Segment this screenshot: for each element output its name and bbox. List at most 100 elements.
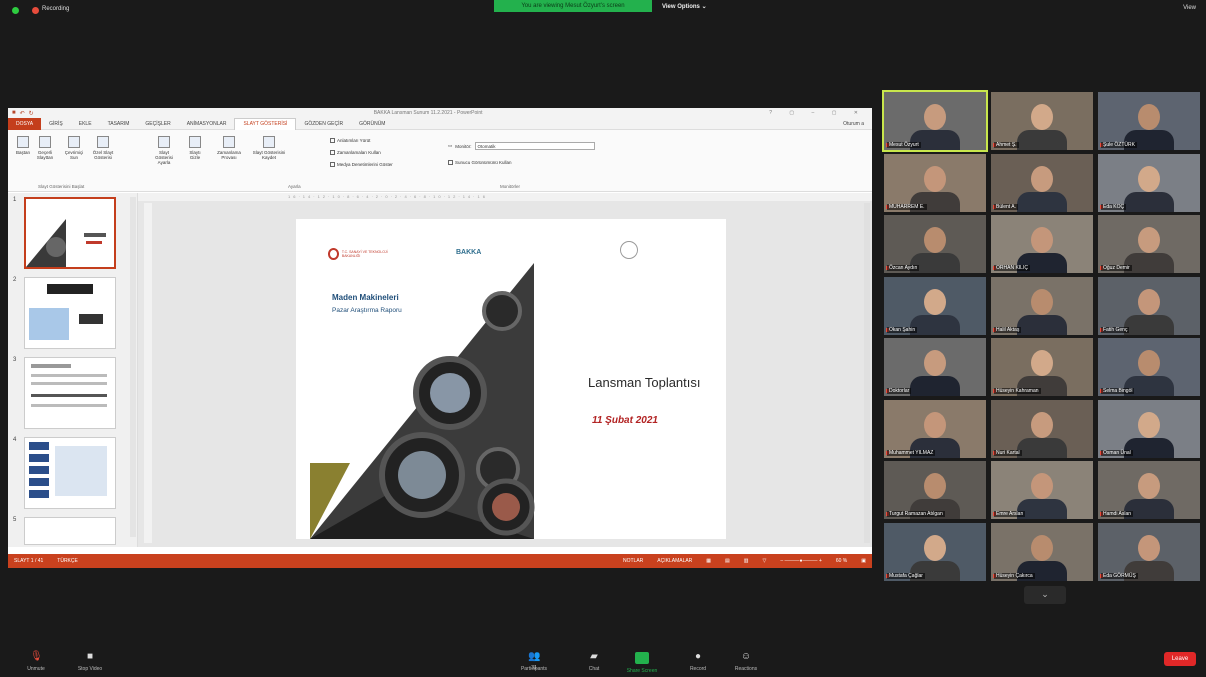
view-options-button[interactable]: View Options ⌄ xyxy=(662,3,707,10)
reading-view-icon[interactable]: ▥ xyxy=(744,558,749,564)
undo-icon[interactable]: ↶ xyxy=(20,110,25,117)
participant-video-tile[interactable]: Eda GÖRMÜŞ xyxy=(1098,522,1200,581)
button-label: Slayt Gösterisini Kaydet xyxy=(252,150,286,160)
setup-slideshow-button[interactable]: Slayt Gösterisi Ayarla xyxy=(150,136,178,165)
redo-icon[interactable]: ↻ xyxy=(29,110,34,117)
media-controls-checkbox[interactable]: Medya Denetimlerini Göster xyxy=(330,162,393,167)
slide-sorter-icon[interactable]: ▤ xyxy=(725,558,730,564)
participant-name: Turgut Ramazan Atılgan xyxy=(887,511,945,517)
participant-video-tile[interactable]: Doktorlar xyxy=(884,338,986,396)
view-button[interactable]: View xyxy=(1183,5,1196,11)
chevron-down-icon[interactable]: ⌄ xyxy=(1024,586,1066,604)
participant-video-tile[interactable]: Fatih Genç xyxy=(1098,276,1200,335)
participant-video-tile[interactable]: Osman Ünal xyxy=(1098,399,1200,458)
notes-button[interactable]: NOTLAR xyxy=(623,558,643,564)
thumbnails-scrollbar[interactable] xyxy=(130,197,136,537)
participant-video-tile[interactable]: MUHARREM E. xyxy=(884,153,986,212)
normal-view-icon[interactable]: ▦ xyxy=(706,558,711,564)
quick-access-toolbar[interactable]: ■ ↶ ↻ xyxy=(12,110,34,117)
participants-button[interactable]: 👥31 Participants xyxy=(510,652,558,673)
participant-video-tile[interactable]: Emre Arslan xyxy=(991,461,1093,519)
participant-video-tile[interactable]: Şule ÖZTÜRK xyxy=(1098,92,1200,150)
ministry-emblem-icon xyxy=(328,248,339,260)
participant-video-tile[interactable]: Oğuz Demir xyxy=(1098,215,1200,273)
slide-thumbnail[interactable] xyxy=(24,437,116,509)
tab-review[interactable]: GÖZDEN GEÇİR xyxy=(296,121,351,127)
button-label: Stop Video xyxy=(77,666,103,672)
slide-scrollbar[interactable] xyxy=(864,203,870,543)
button-label: Çevrimiçi Sun xyxy=(64,150,84,160)
participant-video-tile[interactable]: Özcan Aydın xyxy=(884,215,986,273)
share-screen-button[interactable]: Share Screen xyxy=(618,652,666,674)
monitor-icon: ▭ xyxy=(448,143,453,148)
participant-video-tile[interactable]: Nuri Kartal xyxy=(991,399,1093,458)
record-button[interactable]: ● Record xyxy=(674,652,722,673)
monitor-dropdown[interactable]: Otomatik xyxy=(474,142,595,150)
zoom-level[interactable]: 60 % xyxy=(836,558,847,564)
participant-video-tile[interactable]: Mustafa Çağlar xyxy=(884,522,986,581)
leave-button[interactable]: Leave xyxy=(1164,652,1196,666)
tab-view[interactable]: GÖRÜNÜM xyxy=(351,121,393,127)
fit-slide-icon[interactable]: ▣ xyxy=(861,558,866,564)
save-icon[interactable]: ■ xyxy=(12,110,16,117)
from-beginning-button[interactable]: Baştan xyxy=(14,136,32,155)
stop-video-button[interactable]: ■ Stop Video xyxy=(66,652,114,673)
tab-slide-show[interactable]: SLAYT GÖSTERİSİ xyxy=(234,117,297,130)
participant-video-tile[interactable]: ORHAN KILIÇ xyxy=(991,215,1093,273)
monitor-selector[interactable]: ▭ Monitör: Otomatik xyxy=(448,142,595,150)
slide-thumbnail[interactable] xyxy=(24,517,116,545)
tab-transitions[interactable]: GEÇİŞLER xyxy=(137,121,178,127)
participant-video-tile[interactable]: Eda KOÇ xyxy=(1098,153,1200,212)
participant-face xyxy=(1138,350,1160,376)
reactions-button[interactable]: ☺ Reactions xyxy=(722,652,770,673)
present-online-button[interactable]: Çevrimiçi Sun xyxy=(62,136,86,160)
slide-thumbnail[interactable] xyxy=(24,277,116,349)
comments-button[interactable]: AÇIKLAMALAR xyxy=(657,558,692,564)
presenter-view-checkbox[interactable]: Sunucu Görünümünü Kullan xyxy=(448,160,512,165)
hide-slide-button[interactable]: Slaytı Gizle xyxy=(184,136,206,160)
language-indicator[interactable]: TÜRKÇE xyxy=(57,558,78,564)
participant-video-tile[interactable]: Hamdi Aslan xyxy=(1098,461,1200,519)
current-slide[interactable]: T.C. SANAYİ VE TEKNOLOJİ BAKANLIĞI BAKKA… xyxy=(296,219,726,539)
participant-face xyxy=(1031,227,1053,253)
participant-video-tile[interactable]: Hüseyin Kahraman xyxy=(991,338,1093,396)
button-label: Record xyxy=(689,666,707,672)
custom-slideshow-button[interactable]: Özel Slayt Gösterisi xyxy=(90,136,116,160)
rehearse-timings-button[interactable]: Zamanlama Provası xyxy=(214,136,244,160)
participant-video-tile[interactable]: Hüseyin Çakırca xyxy=(991,522,1093,581)
chat-button[interactable]: ▰ Chat xyxy=(570,652,618,673)
tab-design[interactable]: TASARIM xyxy=(100,121,138,127)
participant-name: Özcan Aydın xyxy=(887,265,920,271)
slideshow-view-icon[interactable]: ▽ xyxy=(763,558,767,564)
from-current-button[interactable]: Geçerli Slayttan xyxy=(36,136,54,160)
participant-face xyxy=(1138,534,1160,561)
slide-thumbnail[interactable] xyxy=(24,197,116,269)
window-controls[interactable]: ? ▢ – ▢ ✕ xyxy=(769,110,866,116)
participant-video-tile[interactable]: Ahmet Ş. xyxy=(991,92,1093,150)
sign-in-link[interactable]: Oturum a xyxy=(835,121,872,127)
zoom-slider[interactable]: – ———●——— + xyxy=(780,558,822,564)
participant-video-tile[interactable]: Mesut Özyurt xyxy=(882,90,988,152)
tab-animations[interactable]: ANİMASYONLAR xyxy=(179,121,235,127)
participant-video-tile[interactable]: Halil Aktaş xyxy=(991,276,1093,335)
participant-face xyxy=(1031,534,1053,561)
thumb-number: 3 xyxy=(13,357,17,363)
security-icon[interactable] xyxy=(12,7,19,14)
participant-video-tile[interactable]: Turgut Ramazan Atılgan xyxy=(884,461,986,519)
participant-video-tile[interactable]: Okan Şahin xyxy=(884,276,986,335)
participant-video-tile[interactable]: Muhammet YILMAZ xyxy=(884,399,986,458)
participant-face xyxy=(1138,104,1160,130)
slide-thumbnail[interactable] xyxy=(24,357,116,429)
participant-body xyxy=(1017,314,1067,335)
play-narrations-checkbox[interactable]: Anlatımları Yürüt xyxy=(330,138,370,143)
tab-insert[interactable]: EKLE xyxy=(71,121,100,127)
participant-video-tile[interactable]: Selma Bingöl xyxy=(1098,338,1200,396)
participant-body xyxy=(1017,191,1067,212)
unmute-button[interactable]: 🎙 Unmute xyxy=(12,652,60,673)
tab-home[interactable]: GİRİŞ xyxy=(41,121,71,127)
hide-slide-icon xyxy=(189,136,201,148)
use-timings-checkbox[interactable]: Zamanlamaları Kullan xyxy=(330,150,381,155)
record-slideshow-button[interactable]: Slayt Gösterisini Kaydet xyxy=(252,136,286,160)
tab-file[interactable]: DOSYA xyxy=(8,117,42,130)
participant-video-tile[interactable]: Bülent A. xyxy=(991,153,1093,212)
